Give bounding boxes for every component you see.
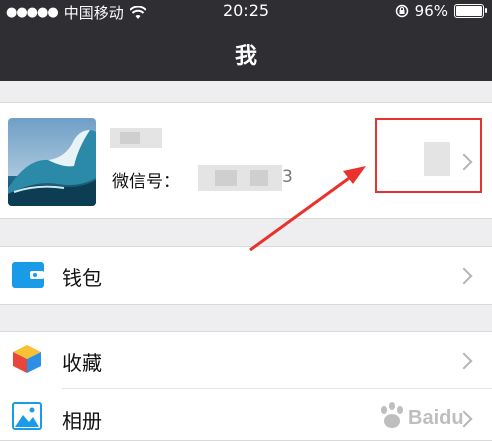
orientation-lock-icon (395, 4, 408, 18)
wechat-id-tail: 3 (282, 167, 293, 187)
annotation-highlight-box (375, 118, 482, 193)
svg-text:Baidu: Baidu (408, 407, 464, 429)
wave-image (8, 118, 96, 206)
baidu-watermark-logo: Baidu (381, 402, 464, 429)
wechat-id-redacted-inner (215, 170, 237, 186)
favorites-label[interactable]: 收藏 (62, 347, 102, 376)
avatar[interactable] (8, 118, 96, 206)
favorites-cube-icon (13, 345, 41, 373)
wechat-id-label: 微信号： (112, 172, 180, 192)
status-bar: ●●●●● 中国移动 20:25 96% (0, 0, 492, 22)
album-label[interactable]: 相册 (62, 405, 102, 434)
page-title: 我 (234, 44, 257, 69)
nav-bar: 我 (0, 22, 492, 81)
wechat-id-redacted (198, 165, 282, 191)
row-divider (62, 388, 492, 389)
wechat-id-redacted-inner-2 (250, 170, 268, 186)
battery-percent: 96% (414, 2, 448, 20)
wallet-icon (12, 262, 44, 288)
battery-icon (454, 4, 487, 18)
album-icon (12, 402, 42, 430)
wallet-label: 钱包 (62, 266, 102, 290)
nickname-redacted-inner (120, 132, 140, 144)
